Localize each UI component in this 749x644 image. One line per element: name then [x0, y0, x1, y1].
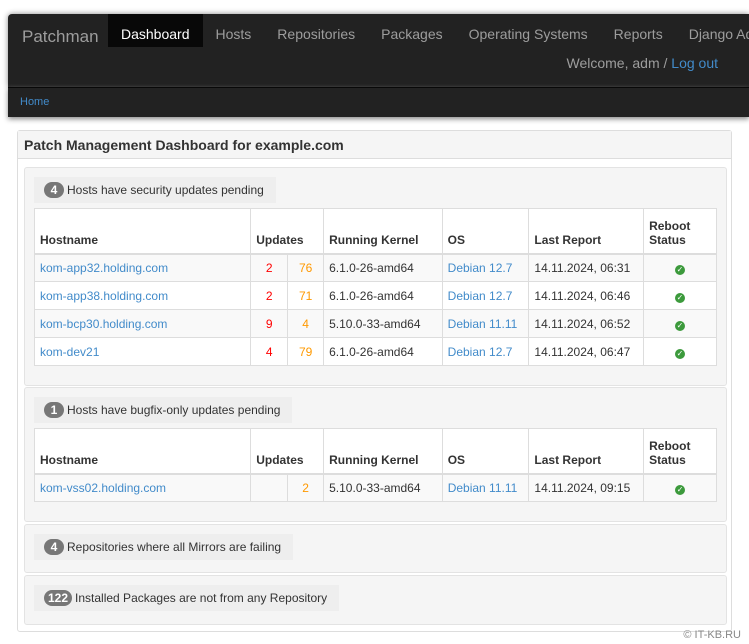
kernel: 6.1.0-26-amd64 [323, 253, 443, 282]
last-report: 14.11.2024, 06:31 [528, 253, 645, 282]
last-report: 14.11.2024, 06:46 [528, 281, 645, 310]
check-circle-icon: ✓ [675, 292, 686, 303]
count-badge: 1 [44, 402, 64, 418]
col-updates: Updates [250, 428, 325, 474]
bugfix-section: 1 Hosts have bugfix-only updates pending … [24, 387, 727, 522]
col-hostname: Hostname [33, 428, 252, 474]
security-table: Hostname Updates Running Kernel OS Last Repo… [33, 208, 717, 366]
page-title: Patch Management Dashboard for example.c… [18, 131, 731, 159]
packages-label[interactable]: 122 Installed Packages are not from any R… [34, 585, 340, 611]
table-row: kom-vss02.holding.com 2 5.10.0-33-amd64 … [33, 473, 717, 502]
os-link[interactable]: Debian 12.7 [448, 289, 513, 303]
host-link[interactable]: kom-vss02.holding.com [40, 481, 166, 495]
col-reboot: Reboot Status [643, 208, 717, 254]
brand[interactable]: Patchman [22, 27, 99, 47]
security-updates [250, 473, 289, 502]
security-updates: 9 [250, 309, 289, 338]
repos-label[interactable]: 4 Repositories where all Mirrors are fail… [34, 534, 294, 560]
bugfix-updates: 79 [287, 337, 325, 366]
os-link[interactable]: Debian 11.11 [448, 481, 518, 495]
check-circle-icon: ✓ [675, 320, 686, 331]
last-report: 14.11.2024, 09:15 [528, 473, 645, 502]
kernel: 6.1.0-26-amd64 [323, 281, 443, 310]
last-report: 14.11.2024, 06:47 [528, 337, 645, 366]
breadcrumb-home[interactable]: Home [20, 96, 49, 108]
check-circle-icon: ✓ [675, 348, 686, 359]
bugfix-updates: 76 [287, 253, 325, 282]
table-row: kom-bcp30.holding.com 9 4 5.10.0-33-amd6… [33, 309, 717, 338]
nav-django-admin[interactable]: Django Admin [676, 14, 749, 47]
col-kernel: Running Kernel [323, 428, 443, 474]
check-circle-icon: ✓ [675, 264, 686, 275]
kernel: 5.10.0-33-amd64 [323, 309, 443, 338]
host-link[interactable]: kom-dev21 [40, 345, 99, 359]
nav-reports[interactable]: Reports [601, 14, 676, 47]
table-row: kom-app38.holding.com 2 71 6.1.0-26-amd6… [33, 281, 717, 310]
nav-menu: Dashboard Hosts Repositories Packages Operat… [108, 14, 749, 47]
os-link[interactable]: Debian 12.7 [448, 345, 513, 359]
col-updates: Updates [250, 208, 325, 254]
bugfix-table: Hostname Updates Running Kernel OS Last Repo… [33, 428, 717, 502]
logout-link[interactable]: Log out [671, 55, 718, 71]
bugfix-label[interactable]: 1 Hosts have bugfix-only updates pending [34, 397, 293, 423]
table-row: kom-app32.holding.com 2 76 6.1.0-26-amd6… [33, 253, 717, 282]
dashboard-panel: Patch Management Dashboard for example.c… [17, 130, 732, 632]
col-os: OS [441, 208, 530, 254]
security-updates: 2 [250, 253, 289, 282]
repos-section: 4 Repositories where all Mirrors are fail… [24, 524, 727, 573]
host-link[interactable]: kom-app38.holding.com [40, 289, 168, 303]
host-link[interactable]: kom-bcp30.holding.com [40, 317, 167, 331]
security-updates: 4 [250, 337, 289, 366]
nav-packages[interactable]: Packages [368, 14, 455, 47]
table-header: Hostname Updates Running Kernel OS Last Repo… [33, 208, 717, 254]
nav-operating-systems[interactable]: Operating Systems [456, 14, 601, 47]
col-os: OS [441, 428, 530, 474]
check-circle-icon: ✓ [675, 484, 686, 495]
count-badge: 4 [44, 539, 64, 555]
navbar: Patchman Dashboard Hosts Repositories Packa… [8, 14, 749, 87]
nav-repositories[interactable]: Repositories [264, 14, 368, 47]
breadcrumb: Home [8, 87, 749, 117]
welcome: Welcome, adm / Log out [567, 55, 719, 71]
label-text: Repositories where all Mirrors are faili… [67, 540, 282, 554]
nav-dashboard[interactable]: Dashboard [108, 14, 203, 47]
packages-section: 122 Installed Packages are not from any R… [24, 575, 727, 625]
os-link[interactable]: Debian 12.7 [448, 261, 513, 275]
bugfix-updates: 71 [287, 281, 325, 310]
security-section: 4 Hosts have security updates pending Hos… [24, 167, 727, 386]
col-reboot: Reboot Status [643, 428, 717, 474]
label-text: Hosts have security updates pending [67, 183, 264, 197]
security-label[interactable]: 4 Hosts have security updates pending [34, 177, 276, 203]
host-link[interactable]: kom-app32.holding.com [40, 261, 168, 275]
kernel: 6.1.0-26-amd64 [323, 337, 443, 366]
label-text: Hosts have bugfix-only updates pending [67, 403, 281, 417]
os-link[interactable]: Debian 11.11 [448, 317, 518, 331]
kernel: 5.10.0-33-amd64 [323, 473, 443, 502]
count-badge: 122 [44, 590, 73, 606]
label-text: Installed Packages are not from any Repo… [75, 591, 328, 605]
security-updates: 2 [250, 281, 289, 310]
col-kernel: Running Kernel [323, 208, 443, 254]
last-report: 14.11.2024, 06:52 [528, 309, 645, 338]
watermark: © IT-KB.RU [683, 629, 741, 641]
col-last-report: Last Report [528, 428, 645, 474]
bugfix-updates: 4 [287, 309, 325, 338]
table-row: kom-dev21 4 79 6.1.0-26-amd64 Debian 12.… [33, 337, 717, 366]
welcome-text: Welcome, adm / [566, 55, 672, 71]
col-last-report: Last Report [528, 208, 645, 254]
nav-hosts[interactable]: Hosts [203, 14, 265, 47]
bugfix-updates: 2 [287, 473, 325, 502]
col-hostname: Hostname [33, 208, 252, 254]
table-header: Hostname Updates Running Kernel OS Last Repo… [33, 428, 717, 474]
count-badge: 4 [44, 182, 64, 198]
